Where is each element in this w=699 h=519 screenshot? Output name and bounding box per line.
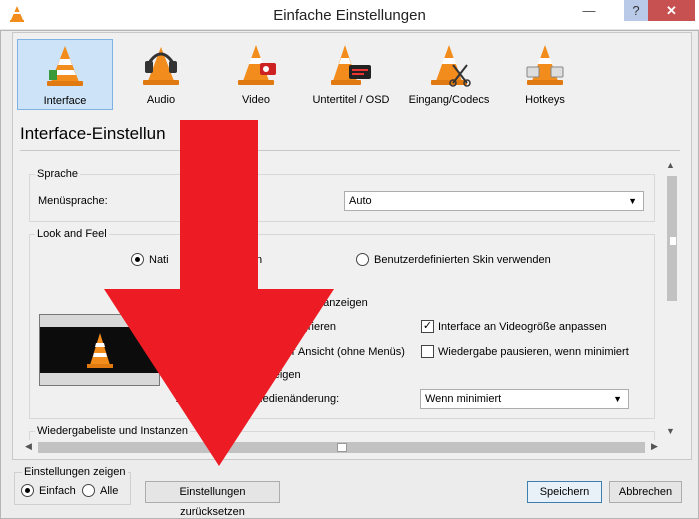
interface-cone-icon [47, 46, 83, 86]
select-value: Auto [349, 195, 372, 207]
scroll-left-icon[interactable]: ◀ [25, 441, 32, 452]
category-label: Audio [146, 94, 176, 106]
preview-cone-icon [87, 333, 113, 368]
custom-skin-radio[interactable] [356, 253, 369, 266]
show-simple-radio[interactable] [21, 484, 34, 497]
page-title: Interface-Einstellun [20, 124, 166, 143]
media-change-label-start: Ze [176, 393, 189, 405]
native-style-label: Nati [149, 254, 169, 266]
native-style-radio[interactable] [131, 253, 144, 266]
vertical-scroll-thumb[interactable] [669, 236, 677, 246]
input-codecs-cone-icon [431, 45, 471, 87]
close-button[interactable]: ✕ [648, 0, 695, 21]
save-button[interactable]: Speichern [527, 481, 602, 503]
category-hotkeys[interactable]: Hotkeys [500, 39, 590, 110]
minimal-view-label: naler Ansicht (ohne Menüs) [271, 346, 405, 358]
minimize-button[interactable]: — [576, 0, 602, 21]
title-bar: Einfache Einstellungen — ? ✕ [0, 0, 699, 30]
category-interface[interactable]: Interface [17, 39, 113, 110]
pause-minimized-checkbox[interactable] [421, 345, 434, 358]
chevron-down-icon: ▼ [628, 196, 637, 206]
resize-interface-label: Interface an Videogröße anpassen [438, 321, 607, 333]
category-label: Video [242, 94, 270, 106]
menu-language-label: Menüsprache: [38, 195, 108, 207]
video-cone-icon [238, 45, 276, 85]
scroll-up-icon[interactable]: ▲ [666, 160, 675, 170]
native-style-label-tail: n [256, 254, 263, 266]
menu-language-select[interactable]: Auto ▼ [344, 191, 644, 211]
category-label: Untertitel / OSD [312, 94, 390, 106]
preview-menubar [40, 315, 159, 327]
scroll-right-icon[interactable]: ▶ [651, 441, 658, 452]
hotkeys-cone-icon [526, 45, 564, 85]
media-change-select[interactable]: Wenn minimiert ▼ [420, 389, 629, 409]
show-settings-label: Einstellungen zeigen [22, 466, 128, 478]
interface-preview-image [39, 314, 160, 386]
category-label: Eingang/Codecs [408, 94, 490, 106]
help-button[interactable]: ? [624, 0, 648, 21]
group-title: Look and Feel [35, 228, 109, 240]
show-all-label: Alle [100, 485, 119, 497]
horizontal-scroll-thumb[interactable] [337, 443, 347, 452]
group-title: Sprache [35, 168, 80, 180]
divider [20, 150, 680, 151]
category-subtitles-osd[interactable]: Untertitel / OSD [305, 39, 397, 110]
group-title: Wiedergabeliste und Instanzen [35, 425, 191, 437]
show-systray-label: anzeigen [256, 369, 301, 381]
scroll-down-icon[interactable]: ▼ [666, 426, 675, 436]
chevron-down-icon: ▼ [613, 394, 622, 404]
audio-headphones-cone-icon [143, 47, 179, 85]
category-label: Hotkeys [525, 94, 565, 106]
integrate-video-label: integrieren [284, 321, 336, 333]
fullscreen-controls-label: modus anzeigen [287, 297, 368, 309]
custom-skin-label: Benutzerdefinierten Skin verwenden [374, 254, 551, 266]
resize-interface-checkbox[interactable]: ✓ [421, 320, 434, 333]
show-all-radio[interactable] [82, 484, 95, 497]
preview-controls [40, 373, 159, 385]
category-audio[interactable]: Audio [117, 39, 205, 110]
category-video[interactable]: Video [212, 39, 300, 110]
show-simple-label: Einfach [39, 485, 76, 497]
reset-settings-button[interactable]: Einstellungen zurücksetzen [145, 481, 280, 518]
cancel-button[interactable]: Abbrechen [609, 481, 682, 503]
media-change-label: i Medienänderung: [248, 393, 340, 405]
category-label: Interface [43, 95, 87, 107]
pause-minimized-label: Wiedergabe pausieren, wenn minimiert [438, 346, 629, 358]
select-value: Wenn minimiert [425, 393, 502, 405]
category-input-codecs[interactable]: Eingang/Codecs [403, 39, 495, 110]
subtitles-cone-icon [331, 45, 371, 85]
